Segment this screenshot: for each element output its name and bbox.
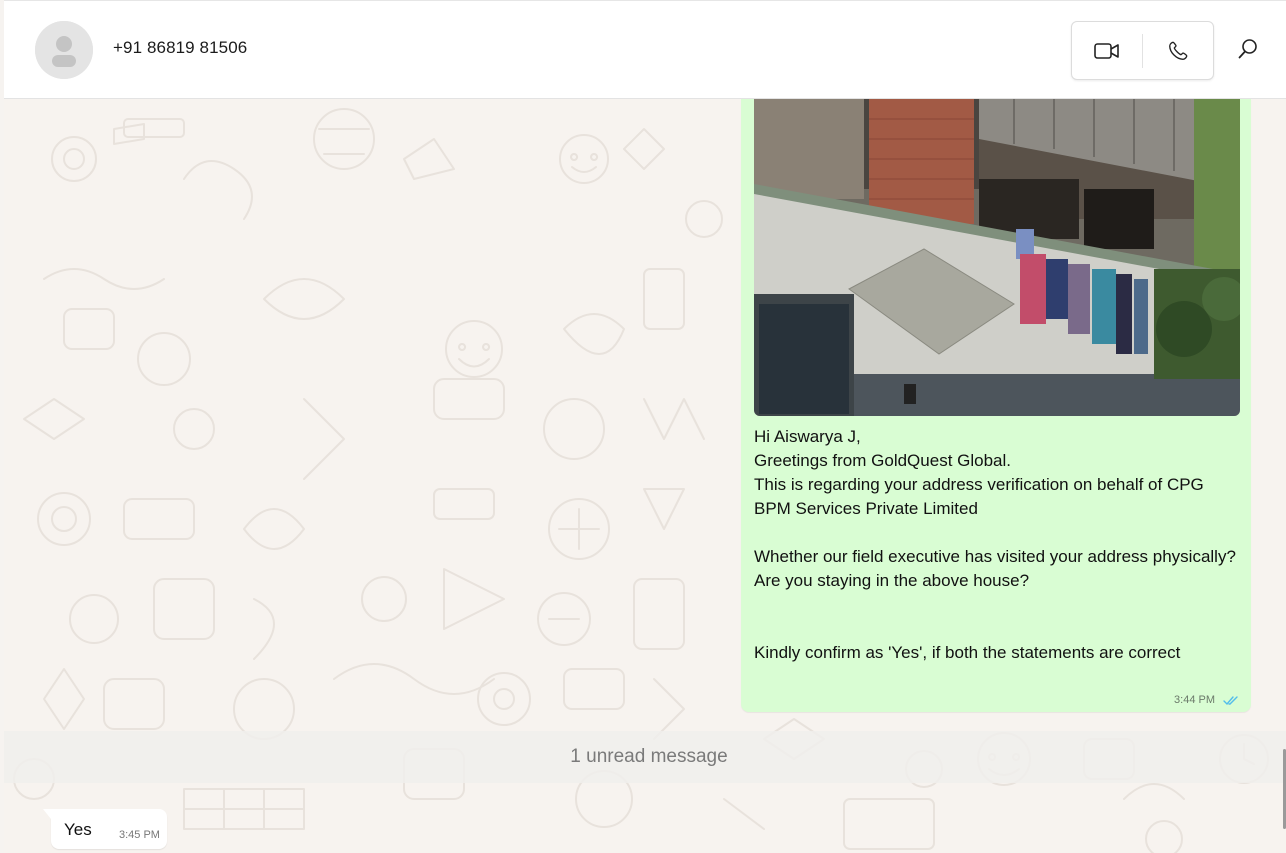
default-avatar-icon xyxy=(35,21,93,79)
incoming-message-bubble[interactable]: Yes 3:45 PM xyxy=(43,809,167,849)
message-line: Are you staying in the above house? xyxy=(754,571,1030,590)
message-line: Greetings from GoldQuest Global. xyxy=(754,451,1012,470)
outgoing-message-bubble[interactable]: Hi Aiswarya J, Greetings from GoldQuest … xyxy=(741,99,1251,712)
building-photo-image xyxy=(754,99,1240,416)
message-photo[interactable] xyxy=(754,99,1240,416)
message-list[interactable]: Hi Aiswarya J, Greetings from GoldQuest … xyxy=(4,99,1286,853)
incoming-message-text: Yes xyxy=(64,820,92,839)
search-icon xyxy=(1238,39,1257,59)
voice-call-button[interactable] xyxy=(1143,22,1213,79)
message-line: Whether our field executive has visited … xyxy=(754,547,1236,566)
message-meta: 3:44 PM xyxy=(1174,694,1239,706)
message-line: This is regarding your address verificat… xyxy=(754,475,1209,518)
message-line xyxy=(754,617,1238,641)
message-line: Kindly confirm as 'Yes', if both the sta… xyxy=(754,643,1181,662)
unread-count-text: 1 unread message xyxy=(570,746,728,767)
call-button-group xyxy=(1071,21,1214,80)
phone-icon xyxy=(1169,41,1188,60)
incoming-message-time: 3:45 PM xyxy=(119,829,160,841)
chat-header: +91 86819 81506 xyxy=(4,0,1286,99)
video-call-button[interactable] xyxy=(1072,22,1142,79)
contact-name[interactable]: +91 86819 81506 xyxy=(113,38,247,58)
message-line xyxy=(754,521,1238,545)
chat-window: +91 86819 81506 Hi Aiswarya J, Greetings… xyxy=(4,0,1286,853)
search-button[interactable] xyxy=(1236,37,1264,65)
message-line xyxy=(754,593,1238,617)
bubble-tail xyxy=(43,809,51,819)
unread-divider: 1 unread message xyxy=(4,731,1286,783)
video-camera-icon xyxy=(1094,42,1119,59)
avatar[interactable] xyxy=(35,21,93,79)
outgoing-message-text: Hi Aiswarya J, Greetings from GoldQuest … xyxy=(754,425,1238,665)
double-check-icon xyxy=(1223,695,1238,705)
message-time: 3:44 PM xyxy=(1174,694,1215,706)
message-line: Hi Aiswarya J, xyxy=(754,427,861,446)
